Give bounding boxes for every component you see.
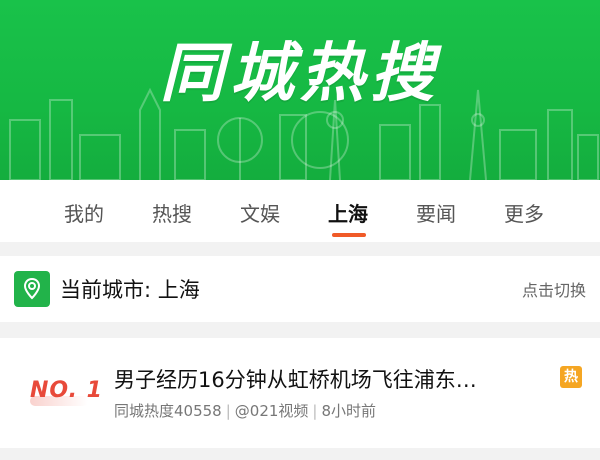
active-tab-indicator xyxy=(332,233,366,237)
tab-shanghai[interactable]: 上海 xyxy=(304,180,392,242)
tab-label: 上海 xyxy=(328,202,368,226)
hot-badge: 热 xyxy=(560,366,582,388)
rank-label: NO. 1 xyxy=(30,378,103,403)
news-title[interactable]: 男子经历16分钟从虹桥机场飞往浦东… xyxy=(114,364,544,394)
tab-label: 热搜 xyxy=(152,202,192,226)
banner-title: 同城热搜 xyxy=(160,37,440,111)
heat-value: 同城热度40558 xyxy=(114,402,222,420)
tab-label: 我的 xyxy=(64,202,104,226)
tab-label: 要闻 xyxy=(416,202,456,226)
divider: | xyxy=(312,402,318,420)
banner: 同城热搜 xyxy=(0,0,600,180)
current-city-row: 当前城市: 上海 点击切换 xyxy=(0,256,600,322)
current-city-label: 当前城市: 上海 xyxy=(60,278,200,302)
tab-label: 文娱 xyxy=(240,202,280,226)
source-name[interactable]: @021视频 xyxy=(235,402,309,420)
tab-entertainment[interactable]: 文娱 xyxy=(216,180,304,242)
tab-mine[interactable]: 我的 xyxy=(40,180,128,242)
tab-bar: 我的 热搜 文娱 上海 要闻 更多 xyxy=(0,180,600,242)
location-pin-icon xyxy=(14,271,50,307)
tab-more[interactable]: 更多 xyxy=(480,180,568,242)
tab-hot-search[interactable]: 热搜 xyxy=(128,180,216,242)
list-item[interactable]: NO. 1 男子经历16分钟从虹桥机场飞往浦东… 热 同城热度40558 | @02… xyxy=(0,338,600,448)
divider: | xyxy=(225,402,231,420)
switch-city-button[interactable]: 点击切换 xyxy=(522,277,586,301)
timestamp: 8小时前 xyxy=(321,402,377,420)
news-meta: 同城热度40558 | @021视频 | 8小时前 xyxy=(114,400,376,421)
tab-label: 更多 xyxy=(504,202,544,226)
tab-news[interactable]: 要闻 xyxy=(392,180,480,242)
